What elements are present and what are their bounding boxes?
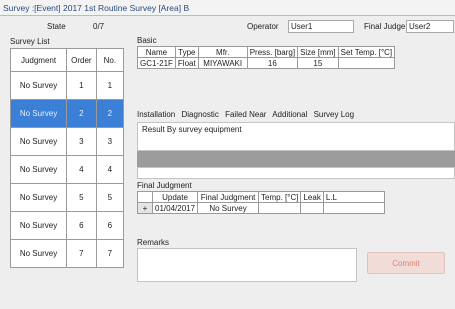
survey-list-row[interactable]: No Survey 7 7 [9,239,125,268]
no-cell: 1 [95,71,125,100]
survey-list-row[interactable]: No Survey 1 1 [9,71,125,100]
type-cell: Float [174,57,199,69]
survey-list-row-selected[interactable]: No Survey 2 2 [9,99,125,128]
final-judgment-row[interactable]: + 01/04/2017 No Survey [137,202,385,214]
judgment-cell: No Survey [9,211,68,240]
final-judge-field[interactable]: User2 [406,20,454,33]
order-cell: 2 [66,99,97,128]
column-header-set-temp: Set Temp. [°C] [337,46,396,58]
no-cell: 5 [95,183,125,212]
judgment-cell: No Survey [9,183,68,212]
no-cell: 3 [95,127,125,156]
column-header-mfr: Mfr. [197,46,248,58]
order-cell: 6 [66,211,97,240]
set-temp-cell [337,57,396,69]
tab-installation[interactable]: Installation [137,110,175,119]
survey-window: Survey :[Event] 2017 1st Routine Survey … [0,0,455,309]
judgment-cell: No Survey [9,71,68,100]
basic-row[interactable]: GC1-21F Float MIYAWAKI 16 15 [137,57,396,69]
size-cell: 15 [297,57,339,69]
judgment-cell: No Survey [9,155,68,184]
column-header-name: Name [137,46,176,58]
state-value: 0/7 [93,22,105,31]
operator-field[interactable]: User1 [288,20,354,33]
order-cell: 5 [66,183,97,212]
result-grid-header [137,151,455,167]
column-header-type: Type [174,46,199,58]
column-header-no[interactable]: No. [95,48,125,72]
order-cell: 4 [66,155,97,184]
judgment-cell: No Survey [9,239,68,268]
column-header-final-judgment: Final Judgment [197,191,260,203]
result-title: Result By survey equipment [142,125,242,134]
column-header-temp: Temp. [°C] [258,191,302,203]
column-header-size: Size [mm] [297,46,339,58]
remarks-textarea[interactable] [137,248,357,282]
order-cell: 1 [66,71,97,100]
survey-list-title: Survey List [10,37,50,46]
tab-failed-near[interactable]: Failed Near [225,110,266,119]
expand-row-icon[interactable]: + [137,202,153,214]
window-title: Survey :[Event] 2017 1st Routine Survey … [0,0,455,16]
survey-list-row[interactable]: No Survey 6 6 [9,211,125,240]
survey-list-table: Judgment Order No. No Survey 1 1 No Survey… [9,48,125,268]
column-header-leak: Leak [300,191,324,203]
column-header-press: Press. [barg] [246,46,299,58]
final-judgment-table: Update Final Judgment Temp. [°C] Leak L.… [137,191,385,214]
column-header-update: Update [151,191,199,203]
tab-additional[interactable]: Additional [272,110,307,119]
mfr-cell: MIYAWAKI [197,57,248,69]
judgment-cell: No Survey [9,127,68,156]
basic-table: Name Type Mfr. Press. [barg] Size [mm] S… [137,46,396,69]
column-header-order[interactable]: Order [66,48,97,72]
final-judgment-cell: No Survey [197,202,260,214]
judgment-cell: No Survey [9,99,68,128]
order-cell: 7 [66,239,97,268]
name-cell: GC1-21F [137,57,176,69]
survey-list-row[interactable]: No Survey 4 4 [9,155,125,184]
no-cell: 6 [95,211,125,240]
tab-diagnostic[interactable]: Diagnostic [181,110,218,119]
result-panel: Result By survey equipment [137,122,455,151]
no-cell: 4 [95,155,125,184]
detail-tabs: Installation Diagnostic Failed Near Addi… [137,110,358,119]
update-cell: 01/04/2017 [151,202,199,214]
operator-label: Operator [247,22,279,31]
remarks-title: Remarks [137,238,170,247]
final-judge-label: Final Judge [364,22,406,31]
no-cell: 2 [95,99,125,128]
column-header-judgment[interactable]: Judgment [9,48,68,72]
basic-title: Basic [137,36,157,45]
no-cell: 7 [95,239,125,268]
survey-list-row[interactable]: No Survey 5 5 [9,183,125,212]
press-cell: 16 [246,57,299,69]
commit-button[interactable]: Commit [367,252,445,274]
survey-list-row[interactable]: No Survey 3 3 [9,127,125,156]
tab-survey-log[interactable]: Survey Log [314,110,354,119]
order-cell: 3 [66,127,97,156]
result-grid-body [137,167,455,179]
column-header-ll: L.L [322,191,385,203]
final-judgment-title: Final Judgment [137,181,192,190]
state-label: State [47,22,66,31]
